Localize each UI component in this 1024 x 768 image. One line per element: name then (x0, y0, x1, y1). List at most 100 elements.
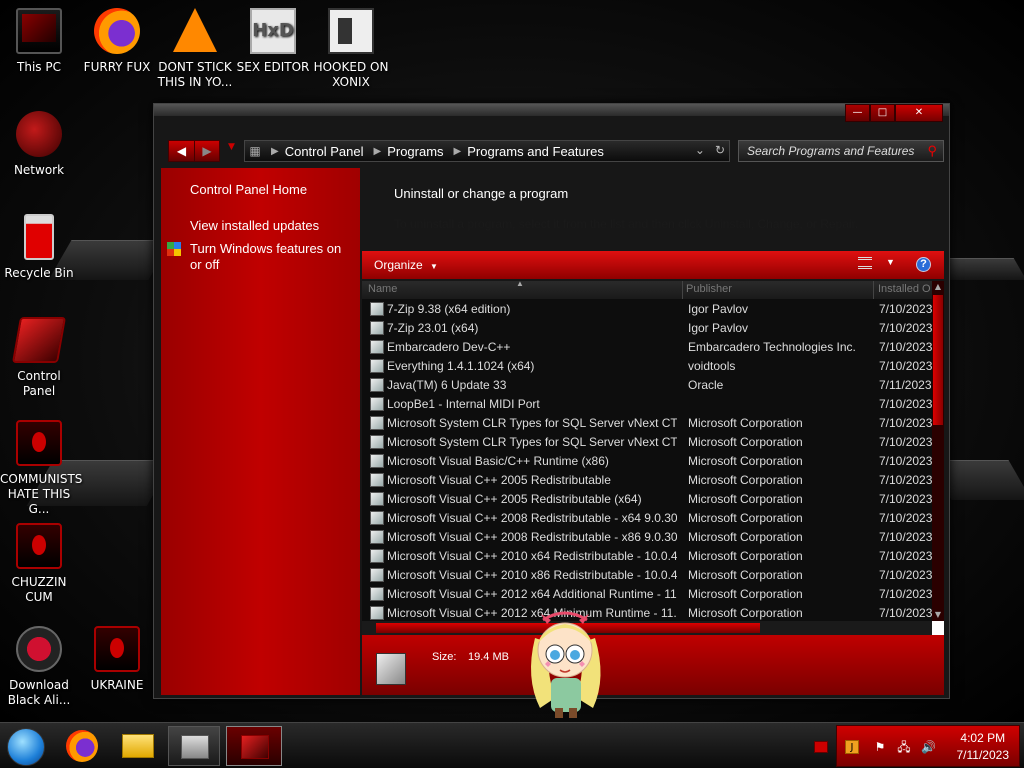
program-installed-on: 7/10/2023 (879, 473, 933, 487)
desktop-icon-vlc[interactable]: DONT STICK THIS IN YO... (156, 8, 234, 90)
column-header-publisher[interactable]: Publisher (686, 283, 732, 295)
breadcrumb-separator[interactable]: ▶ (448, 146, 468, 157)
program-publisher: Microsoft Corporation (688, 568, 803, 582)
table-row[interactable]: Microsoft System CLR Types for SQL Serve… (362, 433, 932, 452)
table-row[interactable]: Microsoft Visual C++ 2010 x86 Redistribu… (362, 566, 932, 585)
back-button[interactable]: ◀ (169, 141, 194, 161)
size-label: Size: (432, 651, 457, 663)
search-input[interactable]: Search Programs and Features ⚲ (738, 140, 944, 162)
taskbar-control-panel-active[interactable] (226, 726, 282, 766)
breadcrumb-control-panel[interactable]: Control Panel (285, 144, 368, 159)
chevron-down-icon[interactable]: ⌄ (695, 143, 705, 157)
desktop-icon-furry-fux[interactable]: FURRY FUX (78, 8, 156, 75)
table-row[interactable]: Everything 1.4.1.1024 (x64) voidtools 7/10… (362, 357, 932, 376)
desktop-icon-chuzzin[interactable]: CHUZZIN CUM (0, 523, 78, 605)
program-publisher: Microsoft Corporation (688, 549, 803, 563)
search-placeholder: Search Programs and Features (747, 144, 915, 158)
vertical-scroll-thumb[interactable] (933, 295, 943, 425)
control-panel-home-link[interactable]: Control Panel Home (190, 182, 307, 197)
table-row[interactable]: 7-Zip 9.38 (x64 edition) Igor Pavlov 7/10/… (362, 300, 932, 319)
table-row[interactable]: Java(TM) 6 Update 33 Oracle 7/11/2023 (362, 376, 932, 395)
table-row[interactable]: Microsoft Visual C++ 2012 x64 Additional… (362, 585, 932, 604)
search-icon[interactable]: ⚲ (927, 141, 937, 161)
program-installed-on: 7/11/2023 (879, 378, 932, 392)
program-installed-on: 7/10/2023 (879, 568, 933, 582)
view-dropdown-icon[interactable]: ▼ (886, 257, 895, 267)
window-title-bar[interactable] (154, 104, 949, 116)
scroll-down-icon[interactable]: ▼ (932, 609, 944, 621)
view-options-icon[interactable] (858, 257, 872, 269)
address-controls: ⌄ ↻ (695, 143, 725, 157)
organize-button[interactable]: Organize ▼ (374, 258, 438, 272)
desktop-icon-download-black[interactable]: Download Black Ali... (0, 626, 78, 708)
organize-label: Organize (374, 258, 423, 272)
windows-features-link[interactable]: Turn Windows features on or off (190, 241, 350, 273)
desktop-icon-communists[interactable]: COMMUNISTS HATE THIS G... (0, 420, 83, 517)
maximize-button[interactable]: □ (870, 104, 895, 122)
program-name: 7-Zip 9.38 (x64 edition) (387, 302, 511, 316)
desktop-icon-control-panel[interactable]: Control Panel (0, 317, 78, 399)
close-button[interactable]: ✕ (895, 104, 943, 122)
horizontal-scrollbar[interactable] (362, 621, 932, 635)
volume-icon[interactable]: 🔊 (921, 740, 936, 754)
program-installed-on: 7/10/2023 (879, 530, 933, 544)
program-icon (370, 378, 384, 392)
action-center-flag-icon[interactable]: ⚑ (873, 740, 887, 754)
table-row[interactable]: 7-Zip 23.01 (x64) Igor Pavlov 7/10/2023 (362, 319, 932, 338)
desktop-icon-recycle-bin[interactable]: Recycle Bin (0, 214, 78, 281)
nav-arrows: ◀ ▶ (168, 140, 220, 162)
windows-shield-icon (167, 242, 181, 256)
network-icon[interactable]: 🖧 (897, 740, 911, 754)
minimize-button[interactable]: — (845, 104, 870, 122)
taskbar-file-explorer[interactable] (112, 726, 164, 766)
table-row[interactable]: Microsoft Visual C++ 2005 Redistributabl… (362, 490, 932, 509)
program-publisher: voidtools (688, 359, 736, 373)
desktop-icon-xonix[interactable]: HOOKED ON XONIX (312, 8, 390, 90)
table-row[interactable]: Microsoft Visual C++ 2008 Redistributabl… (362, 509, 932, 528)
column-headers: Name ▲ Publisher Installed O (362, 281, 932, 299)
table-row[interactable]: LoopBe1 - Internal MIDI Port 7/10/2023 (362, 395, 932, 414)
table-row[interactable]: Microsoft Visual Basic/C++ Runtime (x86)… (362, 452, 932, 471)
program-installed-on: 7/10/2023 (879, 321, 933, 335)
taskbar-system-window[interactable] (168, 726, 220, 766)
program-icon (370, 530, 384, 544)
table-row[interactable]: Embarcadero Dev-C++ Embarcadero Technolog… (362, 338, 932, 357)
vertical-scrollbar[interactable]: ▲ ▼ (932, 281, 944, 621)
column-divider[interactable] (873, 281, 874, 299)
recent-pages-dropdown[interactable]: ▼ (228, 142, 235, 152)
table-row[interactable]: Microsoft Visual C++ 2010 x64 Redistribu… (362, 547, 932, 566)
desktop-icon-label: COMMUNISTS HATE THIS G... (0, 472, 83, 516)
table-row[interactable]: Microsoft System CLR Types for SQL Serve… (362, 414, 932, 433)
column-divider[interactable] (682, 281, 683, 299)
column-header-installed-on[interactable]: Installed O (878, 283, 931, 295)
help-icon[interactable]: ? (916, 257, 931, 272)
address-bar[interactable]: ▦ ▶ Control Panel ▶ Programs ▶ Programs … (244, 140, 730, 162)
breadcrumb-programs-and-features[interactable]: Programs and Features (467, 144, 608, 159)
program-publisher: Embarcadero Technologies Inc. (688, 340, 856, 354)
view-installed-updates-link[interactable]: View installed updates (190, 218, 319, 233)
refresh-icon[interactable]: ↻ (715, 143, 725, 157)
forward-button[interactable]: ▶ (193, 141, 219, 161)
scroll-up-icon[interactable]: ▲ (932, 281, 944, 293)
desktop-icon-label: FURRY FUX (83, 60, 151, 74)
table-row[interactable]: Microsoft Visual C++ 2008 Redistributabl… (362, 528, 932, 547)
clock[interactable]: 4:02 PM 7/11/2023 (957, 730, 1010, 764)
desktop-icon-sex-editor[interactable]: HxD SEX EDITOR (234, 8, 312, 75)
vlc-icon (173, 8, 217, 52)
taskbar-firefox[interactable] (58, 726, 110, 766)
desktop-icon-network[interactable]: Network (0, 111, 78, 178)
desktop-icon-this-pc[interactable]: This PC (0, 8, 78, 75)
content-header: Uninstall or change a program (394, 186, 568, 201)
breadcrumb-separator[interactable]: ▶ (265, 146, 285, 157)
java-icon[interactable]: J (845, 740, 859, 754)
start-button[interactable] (7, 728, 45, 766)
desktop-icon-label: Network (13, 163, 65, 177)
breadcrumb-separator[interactable]: ▶ (367, 146, 387, 157)
column-header-name[interactable]: Name (368, 283, 397, 295)
desktop-icon-ukraine[interactable]: UKRAINE (78, 626, 156, 693)
clock-time: 4:02 PM (960, 731, 1006, 745)
table-row[interactable]: Microsoft Visual C++ 2005 Redistributabl… (362, 471, 932, 490)
show-hidden-icons-icon[interactable] (814, 741, 828, 753)
breadcrumb-programs[interactable]: Programs (387, 144, 447, 159)
program-installed-on: 7/10/2023 (879, 587, 933, 601)
